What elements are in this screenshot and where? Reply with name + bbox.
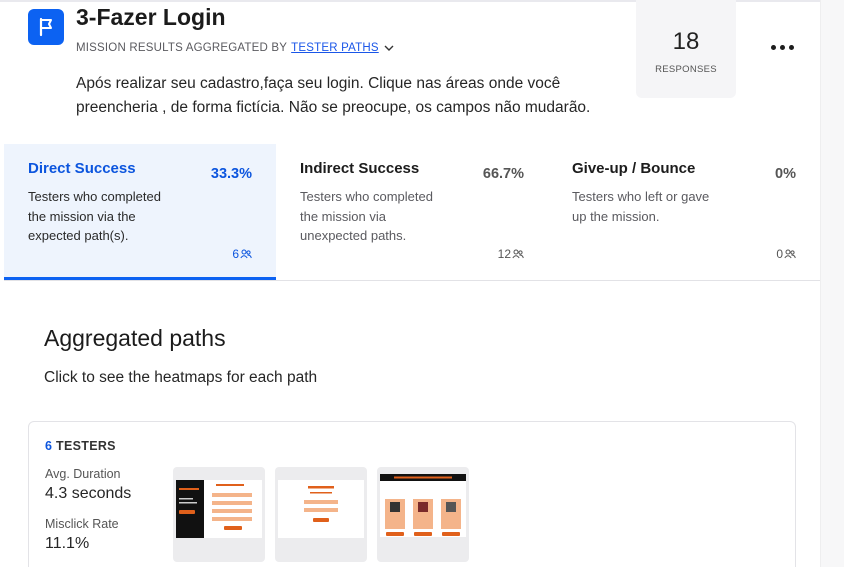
stat-count: 6 bbox=[232, 247, 252, 261]
stat-count-value: 6 bbox=[232, 247, 239, 261]
responses-count: 18 bbox=[672, 28, 700, 55]
stat-percent: 66.7% bbox=[482, 166, 524, 182]
users-icon bbox=[512, 249, 524, 259]
login-form-thumbnail bbox=[278, 480, 364, 538]
path-screen-thumbnail[interactable] bbox=[275, 467, 367, 562]
testers-label: 6 TESTERS bbox=[45, 439, 116, 453]
avg-duration-label: Avg. Duration bbox=[45, 467, 121, 481]
tab-indirect-success[interactable]: Indirect Success 66.7% Testers who compl… bbox=[276, 144, 548, 280]
users-icon bbox=[784, 249, 796, 259]
scrollbar-gutter bbox=[820, 0, 844, 567]
login-screen-thumbnail bbox=[176, 480, 262, 538]
subtitle-prefix: MISSION RESULTS AGGREGATED BY bbox=[76, 42, 288, 54]
mission-subtitle: MISSION RESULTS AGGREGATED BY TESTER PAT… bbox=[76, 42, 395, 54]
game-list-thumbnail bbox=[380, 474, 466, 537]
testers-count: 6 bbox=[45, 439, 53, 453]
flag-icon bbox=[28, 9, 64, 45]
responses-card: 18 RESPONSES bbox=[636, 0, 736, 98]
tab-give-up-bounce[interactable]: Give-up / Bounce 0% Testers who left or … bbox=[548, 144, 820, 280]
tab-direct-success[interactable]: Direct Success 33.3% Testers who complet… bbox=[4, 144, 276, 280]
misclick-rate-label: Misclick Rate bbox=[45, 517, 119, 531]
stat-description: Testers who left or gave up the mission. bbox=[572, 189, 710, 224]
stat-description: Testers who completed the mission via un… bbox=[300, 189, 433, 243]
testers-text: TESTERS bbox=[56, 439, 116, 453]
tester-paths-link[interactable]: TESTER PATHS bbox=[291, 42, 379, 54]
stat-count-value: 12 bbox=[497, 247, 511, 261]
mission-description: Após realizar seu cadastro,faça seu logi… bbox=[76, 75, 591, 116]
page-title: 3-Fazer Login bbox=[76, 4, 226, 30]
stat-count-value: 0 bbox=[776, 247, 783, 261]
chevron-down-icon[interactable] bbox=[383, 43, 395, 53]
stat-count: 0 bbox=[776, 247, 796, 261]
responses-label: RESPONSES bbox=[655, 64, 717, 75]
stat-title: Give-up / Bounce bbox=[572, 160, 696, 177]
path-screen-thumbnail[interactable] bbox=[377, 467, 469, 562]
more-options-icon[interactable] bbox=[766, 37, 798, 57]
users-icon bbox=[240, 249, 252, 259]
misclick-rate-value: 11.1% bbox=[45, 535, 90, 552]
stat-percent: 33.3% bbox=[210, 166, 252, 182]
aggregated-paths-title: Aggregated paths bbox=[44, 325, 226, 351]
path-screen-thumbnail[interactable] bbox=[173, 467, 265, 562]
results-tabs: Direct Success 33.3% Testers who complet… bbox=[4, 144, 820, 281]
path-card[interactable]: 6 TESTERS Avg. Duration 4.3 seconds Misc… bbox=[28, 421, 796, 567]
stat-count: 12 bbox=[498, 247, 524, 261]
aggregated-paths-subtitle: Click to see the heatmaps for each path bbox=[44, 369, 318, 386]
stat-percent: 0% bbox=[775, 166, 796, 182]
avg-duration-value: 4.3 seconds bbox=[45, 485, 132, 502]
stat-description: Testers who completed the mission via th… bbox=[28, 189, 161, 243]
